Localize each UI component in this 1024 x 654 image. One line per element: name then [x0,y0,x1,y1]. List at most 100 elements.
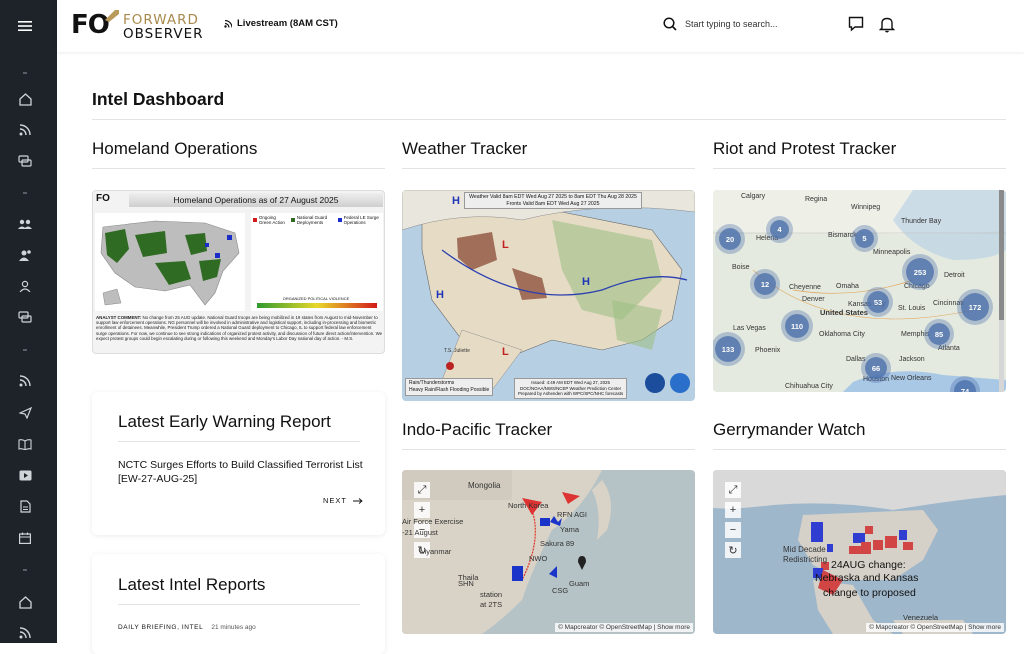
storm-label: T.S. Juliette [444,348,470,354]
divider [402,168,695,169]
next-button[interactable]: NEXT [323,496,363,505]
fullscreen-icon[interactable]: ⤢ [414,482,430,498]
message-icon[interactable] [848,16,864,32]
place-united-states: United States [820,308,868,317]
us-map-graphic [95,213,245,311]
weather-map-graphic: H H H L L [402,190,695,393]
label-csg: CSG [552,586,569,595]
label-sakura: Sakura 89 [540,539,575,548]
cluster-marker[interactable]: 4 [770,220,789,239]
cluster-marker[interactable]: 20 [719,228,741,250]
label-north-korea: North Korea [508,501,549,510]
rss-icon[interactable] [16,372,34,390]
logo-text: FORWARD OBSERVER [123,13,204,41]
reset-view-icon[interactable]: ↻ [725,542,741,558]
sidebar-divider [23,569,27,571]
label-redistricting: Redistricting [783,555,828,564]
logo-line-1: FORWARD [123,12,199,28]
user-group-icon[interactable] [16,246,34,264]
place-bismarck: Bismarck [828,232,857,239]
send-icon[interactable] [16,404,34,422]
cluster-marker[interactable]: 253 [906,258,934,286]
report-tags[interactable]: DAILY BRIEFING, INTEL [118,624,203,631]
cluster-marker[interactable]: 172 [961,293,989,321]
logo-line-2: OBSERVER [123,26,204,42]
sidebar-divider [23,349,27,351]
logo-mark[interactable]: FO [71,10,110,40]
map-attribution[interactable]: © Mapcreator © OpenStreetMap | Show more [866,623,1004,632]
homeland-map-card[interactable]: Homeland Operations as of 27 August 2025… [92,190,385,354]
cluster-marker[interactable]: 53 [867,291,889,313]
zoom-in-button[interactable]: + [414,502,430,518]
cluster-marker[interactable]: 66 [865,357,887,379]
place-cincinnati: Cincinnati [933,300,964,307]
homeland-map-title: Homeland Operations as of 27 August 2025 [129,193,383,207]
rss-icon[interactable] [16,121,34,139]
home-icon[interactable] [16,593,34,611]
zoom-out-button[interactable]: − [725,522,741,538]
legend-federal: Federal LE Surge Operations [343,215,379,225]
cluster-marker[interactable]: 85 [928,323,950,345]
user-icon[interactable] [16,277,34,295]
top-bar: FO FORWARD OBSERVER Livestream (8AM CST)… [57,0,1024,52]
place-new-orleans: New Orleans [891,375,932,382]
search-box[interactable]: Start typing to search... [663,17,778,31]
place-las-vegas: Las Vegas [733,325,766,332]
zoom-in-button[interactable]: + [725,502,741,518]
video-icon[interactable] [16,466,34,484]
weather-legend-1: Rain/Thunderstorms [409,380,455,386]
label-shn: SHN [458,579,474,588]
label-rfn-agi: RFN AGI [557,510,588,519]
menu-icon[interactable] [16,17,34,35]
gerry-map-card[interactable]: ⤢ + − ↻ Mid Decade Redistricting 24AUG c… [713,470,1006,634]
riot-map-card[interactable]: Calgary Regina Winnipeg Thunder Bay Hele… [713,190,1006,392]
weather-title: Weather Tracker [402,139,528,158]
calendar-icon[interactable] [16,529,34,547]
users-icon[interactable] [16,215,34,233]
chat-bubble-icon[interactable] [16,308,34,326]
gerry-title: Gerrymander Watch [713,420,866,439]
fullscreen-icon[interactable]: ⤢ [725,482,741,498]
indo-title: Indo-Pacific Tracker [402,420,553,439]
place-minneapolis: Minneapolis [873,249,911,256]
svg-text:H: H [452,195,460,207]
label-mid-decade: Mid Decade [783,545,826,554]
label-change: change to proposed [823,587,916,599]
sidebar-divider [23,72,27,74]
main-content: Intel Dashboard Homeland Operations Home… [57,52,1024,654]
rss-icon[interactable] [16,624,34,642]
livestream-link[interactable]: Livestream (8AM CST) [224,18,338,29]
home-icon[interactable] [16,90,34,108]
place-winnipeg: Winnipeg [851,204,881,211]
weather-map-title: Weather Valid 8am EDT Wed Aug 27 2025 to… [469,194,637,200]
svg-text:L: L [502,346,509,358]
chat-icon[interactable] [16,152,34,170]
place-dallas: Dallas [846,356,866,363]
document-icon[interactable] [16,497,34,515]
cluster-marker[interactable]: 110 [785,314,809,338]
map-scrollbar[interactable] [999,190,1004,392]
place-jackson: Jackson [899,356,925,363]
cluster-marker[interactable]: 5 [855,229,874,248]
cluster-marker[interactable]: 133 [715,336,741,362]
place-atlanta: Atlanta [938,345,960,352]
place-omaha: Omaha [836,283,859,290]
search-input[interactable]: Start typing to search... [685,19,778,29]
cluster-marker[interactable]: 12 [754,273,776,295]
book-icon[interactable] [16,435,34,453]
sidebar-divider [23,192,27,194]
weather-map-card[interactable]: H H H L L Weather Valid 8am EDT Wed Aug … [402,190,695,401]
bell-icon[interactable] [879,16,895,33]
label-af-exercise: Air Force Exercise [402,517,464,526]
divider [118,441,360,442]
label-2ts: at 2TS [480,600,503,609]
rss-icon [224,19,232,28]
legend-ng: National Guard Deployments [296,215,328,225]
place-detroit: Detroit [944,272,965,279]
label-24aug: 24AUG change: [831,559,906,571]
indo-map-card[interactable]: ⤢ + − ↻ Mongolia North Korea RFN AGI Air… [402,470,695,634]
search-icon[interactable] [663,17,677,31]
map-attribution[interactable]: © Mapcreator © OpenStreetMap | Show more [555,623,693,632]
early-warning-headline[interactable]: NCTC Surges Efforts to Build Classified … [118,458,368,486]
page-title: Intel Dashboard [92,89,225,109]
